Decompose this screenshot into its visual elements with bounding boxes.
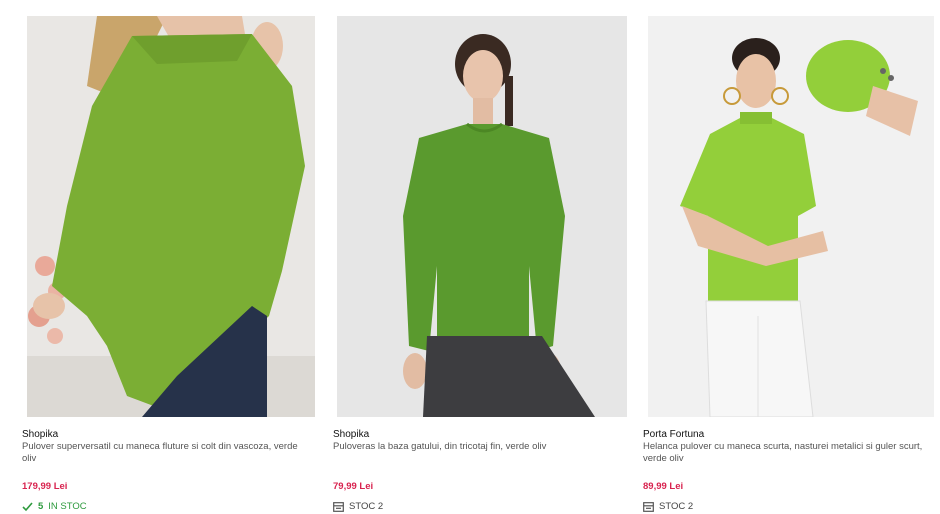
product-brand[interactable]: Shopika	[22, 429, 58, 440]
product-card[interactable]: Porta Fortuna Helanca pulover cu maneca …	[643, 0, 935, 514]
stock-text: IN STOC	[48, 501, 87, 512]
stock-count: 5	[38, 501, 44, 512]
product-price: 89,99 Lei	[643, 481, 684, 492]
product-brand[interactable]: Porta Fortuna	[643, 429, 704, 440]
product-title[interactable]: Puloveras la baza gatului, din tricotaj …	[333, 441, 625, 453]
product-title[interactable]: Pulover superversatil cu maneca fluture …	[22, 441, 314, 465]
product-price: 79,99 Lei	[333, 481, 374, 492]
product-card[interactable]: Shopika Puloveras la baza gatului, din t…	[333, 0, 627, 514]
stock-text: STOC 2	[349, 501, 384, 512]
stock-status: STOC 2	[333, 501, 383, 512]
store-icon	[643, 501, 654, 512]
stock-status: STOC 2	[643, 501, 693, 512]
product-image[interactable]	[648, 16, 934, 417]
store-icon	[333, 501, 344, 512]
product-price: 179,99 Lei	[22, 481, 68, 492]
check-icon	[22, 501, 33, 512]
product-image[interactable]	[337, 16, 627, 417]
product-brand[interactable]: Shopika	[333, 429, 369, 440]
stock-status: 5 IN STOC	[22, 501, 87, 512]
product-title[interactable]: Helanca pulover cu maneca scurta, nastur…	[643, 441, 935, 465]
product-card[interactable]: Shopika Pulover superversatil cu maneca …	[22, 0, 315, 514]
product-image[interactable]	[27, 16, 315, 417]
stock-text: STOC 2	[659, 501, 694, 512]
